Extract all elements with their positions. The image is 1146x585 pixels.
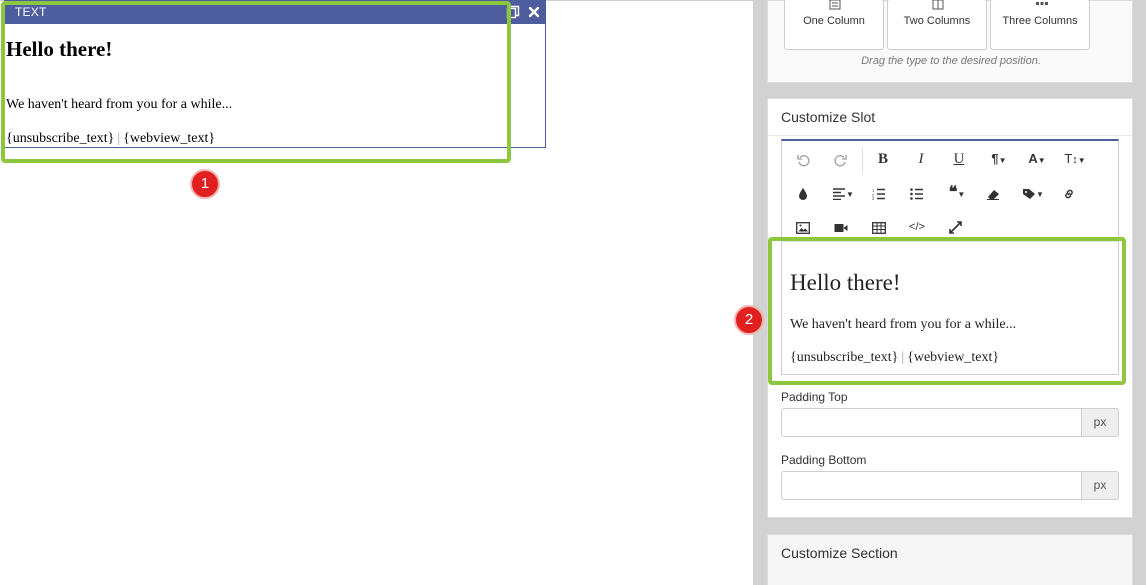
two-columns-button[interactable]: Two Columns (887, 0, 987, 50)
padding-top-label: Padding Top (781, 390, 848, 404)
highlight-box-1 (1, 1, 511, 163)
padding-bottom-unit: px (1081, 471, 1119, 500)
callout-badge-2: 2 (734, 305, 764, 335)
three-columns-label: Three Columns (1002, 15, 1078, 27)
two-columns-label: Two Columns (903, 15, 971, 27)
link-icon[interactable] (1054, 181, 1084, 205)
chevron-down-icon: ▼ (957, 190, 966, 199)
font-family-button[interactable]: A▼ (1020, 147, 1054, 171)
one-column-icon (829, 0, 841, 13)
two-columns-icon (932, 0, 944, 13)
three-columns-icon (1035, 0, 1049, 13)
callout-badge-1: 1 (190, 169, 220, 199)
paragraph-icon: ¶ (991, 151, 999, 166)
underline-button[interactable]: U (944, 147, 974, 171)
highlight-box-2 (768, 237, 1126, 385)
padding-top-input[interactable] (781, 408, 1082, 437)
color-drop-icon[interactable] (788, 181, 818, 205)
eraser-icon[interactable] (978, 181, 1008, 205)
chevron-down-icon: ▼ (1037, 156, 1046, 165)
padding-bottom-label: Padding Bottom (781, 453, 867, 467)
chevron-down-icon: ▼ (1036, 190, 1044, 199)
paragraph-style-button[interactable]: ¶▼ (982, 147, 1016, 171)
layout-panel: One Column Two Columns Three Columns Dra… (767, 0, 1133, 83)
customize-section-panel[interactable]: Customize Section (767, 534, 1133, 585)
close-icon[interactable] (527, 5, 541, 19)
svg-text:3: 3 (872, 196, 875, 200)
fullscreen-icon[interactable] (940, 215, 970, 239)
toolbar-separator (862, 148, 863, 174)
email-builder: TEXT Hello there! We haven't heard from … (0, 0, 1146, 585)
ordered-list-icon[interactable]: 123 (864, 181, 894, 205)
tag-button[interactable]: ▼ (1016, 181, 1050, 205)
panel-divider (768, 135, 1132, 136)
padding-top-unit: px (1081, 408, 1119, 437)
chevron-down-icon: ▼ (846, 190, 854, 199)
one-column-label: One Column (803, 15, 865, 27)
video-icon[interactable] (826, 215, 856, 239)
table-icon[interactable] (864, 215, 894, 239)
undo-icon[interactable] (788, 147, 818, 171)
bold-button[interactable]: B (868, 147, 898, 171)
padding-bottom-input[interactable] (781, 471, 1082, 500)
image-icon[interactable] (788, 215, 818, 239)
redo-icon[interactable] (826, 147, 856, 171)
drag-hint: Drag the type to the desired position. (861, 55, 1041, 67)
font-size-button[interactable]: T↕▼ (1058, 147, 1092, 171)
italic-button[interactable]: I (906, 147, 936, 171)
three-columns-button[interactable]: Three Columns (990, 0, 1090, 50)
customize-slot-title: Customize Slot (781, 109, 876, 125)
quote-button[interactable]: ❝▼ (940, 181, 974, 205)
chevron-down-icon: ▼ (998, 156, 1007, 165)
customize-section-title: Customize Section (781, 545, 898, 561)
font-icon: A (1028, 151, 1038, 166)
unordered-list-icon[interactable] (902, 181, 932, 205)
code-view-icon[interactable]: </> (902, 215, 932, 239)
chevron-down-icon: ▼ (1077, 156, 1086, 165)
align-button[interactable]: ▼ (826, 181, 860, 205)
one-column-button[interactable]: One Column (784, 0, 884, 50)
